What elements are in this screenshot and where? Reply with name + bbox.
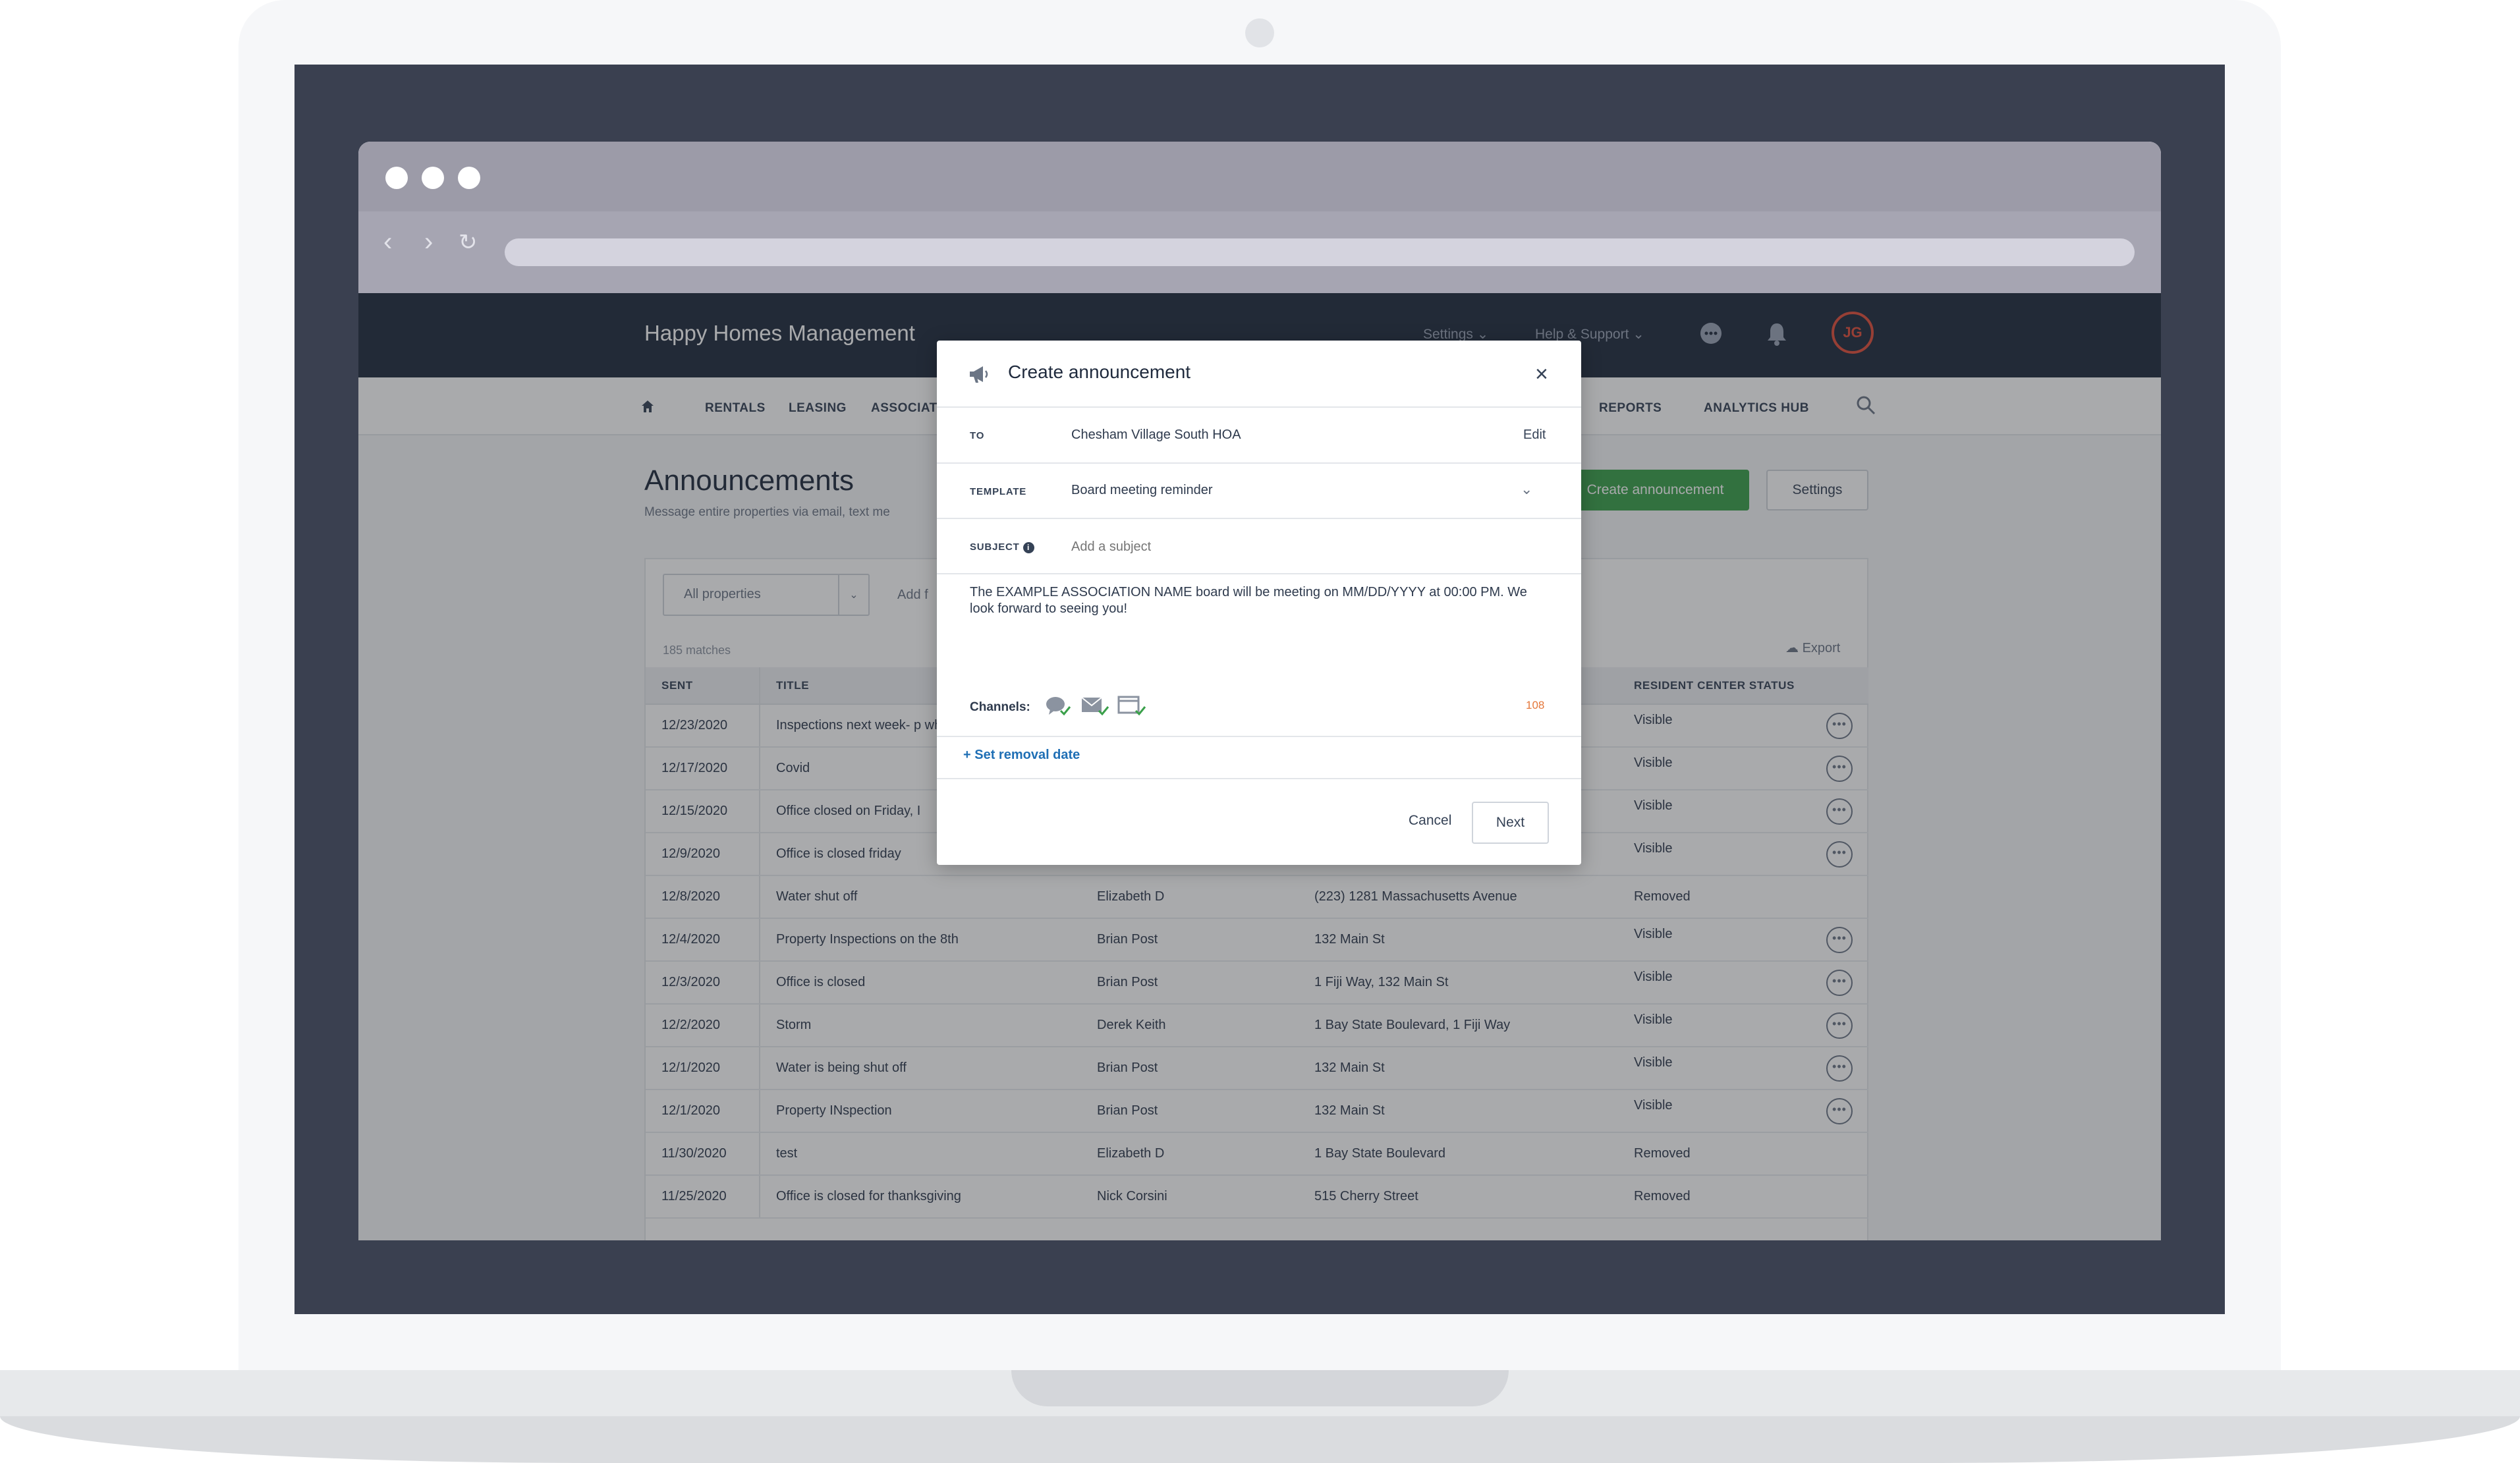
to-value: Chesham Village South HOA [1071, 428, 1241, 442]
cancel-button[interactable]: Cancel [1409, 813, 1451, 829]
info-icon[interactable]: i [1022, 541, 1034, 553]
divider [937, 736, 1581, 737]
subject-input[interactable] [1071, 535, 1532, 559]
close-icon[interactable]: × [1535, 363, 1548, 385]
template-label: TEMPLATE [970, 486, 1027, 497]
chevron-down-icon[interactable]: ⌄ [1521, 481, 1532, 498]
window-minimize-dot[interactable] [422, 167, 444, 189]
divider [937, 778, 1581, 779]
to-label: TO [970, 430, 985, 441]
megaphone-icon [968, 364, 991, 387]
channels-label: Channels: [970, 700, 1030, 714]
set-removal-date-link[interactable]: + Set removal date [963, 748, 1080, 763]
modal-title: Create announcement [1008, 362, 1191, 382]
window-close-dot[interactable] [385, 167, 408, 189]
browser-titlebar [358, 142, 2161, 211]
subject-label: SUBJECT i [970, 541, 1034, 553]
next-button[interactable]: Next [1472, 802, 1549, 844]
create-announcement-modal: Create announcement × TO Chesham Village… [937, 341, 1581, 865]
template-select[interactable]: Board meeting reminder [1071, 483, 1213, 498]
back-icon[interactable]: ‹ [383, 229, 392, 255]
modal-header: Create announcement × [937, 341, 1581, 408]
to-row: TO Chesham Village South HOA Edit [937, 408, 1581, 464]
forward-icon[interactable]: › [424, 229, 433, 255]
laptop-base-lower [0, 1416, 2520, 1463]
character-count: 108 [1526, 699, 1545, 711]
text-message-channel-icon[interactable] [1045, 695, 1071, 721]
subject-row: SUBJECT i [937, 519, 1581, 574]
reload-icon[interactable]: ↻ [459, 231, 478, 254]
message-body-textarea[interactable]: The EXAMPLE ASSOCIATION NAME board will … [970, 584, 1536, 617]
resident-center-channel-icon[interactable] [1117, 695, 1146, 721]
camera [1245, 18, 1274, 47]
url-field[interactable] [505, 238, 2135, 266]
email-channel-icon[interactable] [1080, 695, 1109, 721]
edit-recipients-link[interactable]: Edit [1523, 428, 1546, 443]
laptop-notch [1011, 1370, 1509, 1406]
template-row[interactable]: TEMPLATE Board meeting reminder ⌄ [937, 464, 1581, 519]
browser-toolbar: ‹ › ↻ [358, 211, 2161, 293]
window-zoom-dot[interactable] [458, 167, 480, 189]
